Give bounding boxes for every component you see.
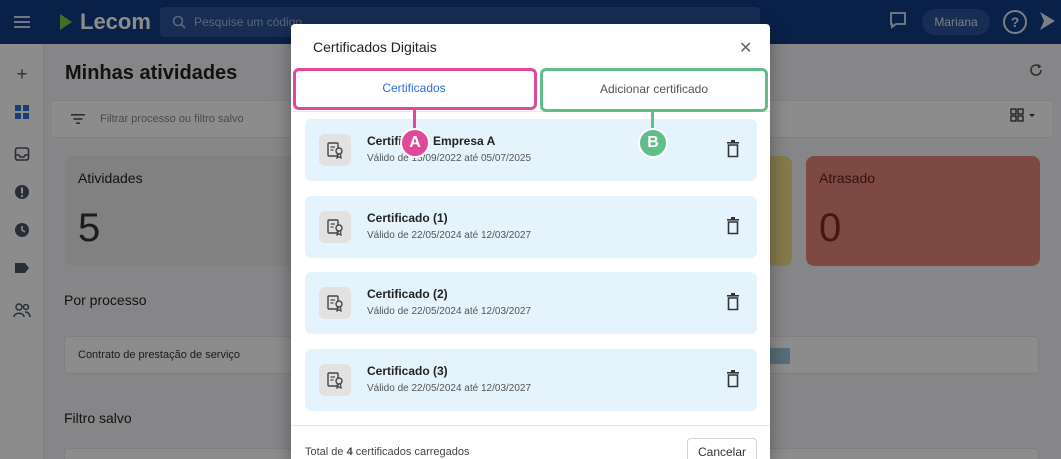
footer-prefix: Total de [305, 446, 344, 458]
divider [291, 425, 770, 426]
modal-title: Certificados Digitais [313, 39, 437, 55]
certificate-name: Certificado (3) [367, 364, 448, 378]
cancel-button[interactable]: Cancelar [687, 438, 757, 459]
highlight-box-b [540, 68, 768, 112]
callout-badge-a: A [400, 128, 430, 158]
close-icon[interactable]: ✕ [739, 38, 752, 58]
delete-icon[interactable] [726, 140, 740, 163]
certificate-validity: Válido de 22/05/2024 até 12/03/2027 [367, 383, 532, 394]
certificates-modal: Certificados Digitais ✕ Certificados Adi… [291, 24, 770, 459]
certificate-validity: Válido de 15/09/2022 até 05/07/2025 [367, 153, 532, 164]
certificate-item[interactable]: Certificado (1) Válido de 22/05/2024 até… [305, 196, 757, 258]
callout-stem-a [413, 110, 416, 130]
certificate-name: Certificado (2) [367, 287, 448, 301]
callout-badge-b: B [638, 128, 668, 158]
certificate-validity: Válido de 22/05/2024 até 12/03/2027 [367, 230, 532, 241]
certificate-name: Certificado Empresa A [367, 134, 496, 148]
certificate-icon [319, 364, 351, 396]
footer-count: 4 [346, 446, 353, 458]
certificate-name: Certificado (1) [367, 211, 448, 225]
certificate-icon [319, 211, 351, 243]
footer-suffix: certificados carregados [355, 446, 470, 458]
certificate-validity: Válido de 22/05/2024 até 12/03/2027 [367, 306, 532, 317]
delete-icon[interactable] [726, 293, 740, 316]
certificate-item[interactable]: Certificado (2) Válido de 22/05/2024 até… [305, 272, 757, 334]
footer-summary: Total de 4 certificados carregados [305, 446, 470, 458]
certificate-icon [319, 134, 351, 166]
delete-icon[interactable] [726, 370, 740, 393]
certificate-item[interactable]: Certificado Empresa A Válido de 15/09/20… [305, 119, 757, 181]
certificate-icon [319, 287, 351, 319]
delete-icon[interactable] [726, 217, 740, 240]
certificate-item[interactable]: Certificado (3) Válido de 22/05/2024 até… [305, 349, 757, 411]
highlight-box-a [293, 68, 537, 110]
